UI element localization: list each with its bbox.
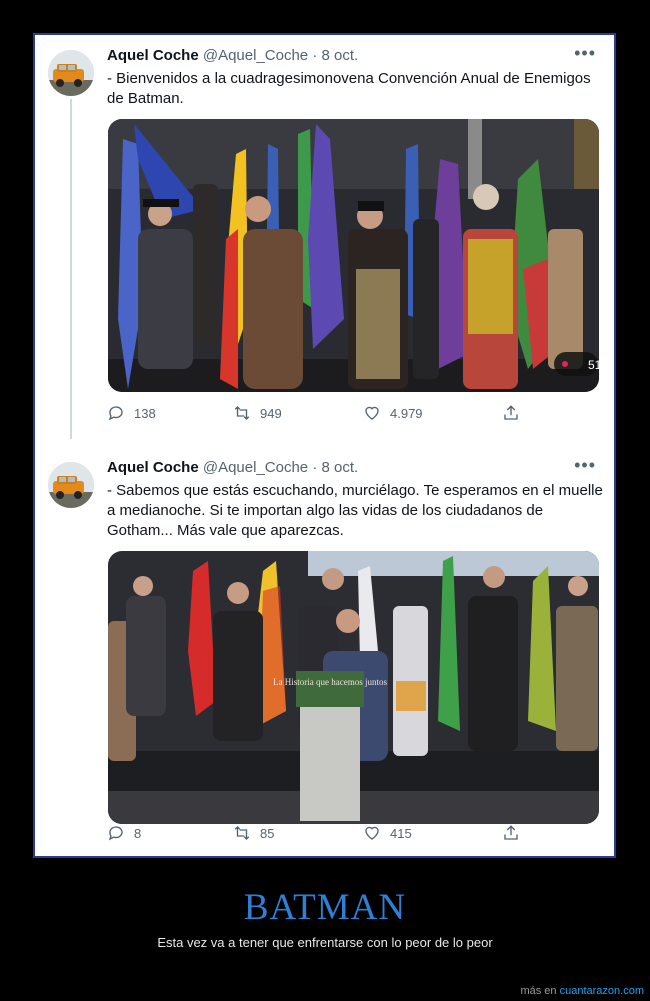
share-button[interactable] [502, 404, 520, 422]
like-button[interactable]: 4.979 [363, 404, 423, 422]
share-button[interactable] [502, 824, 520, 842]
podium-sign: La Historia que hacemos juntos [273, 677, 387, 687]
retweet-button[interactable]: 949 [233, 404, 282, 422]
reply-count: 138 [134, 405, 156, 421]
more-options-icon[interactable]: ••• [574, 455, 596, 476]
retweet-icon [234, 826, 250, 840]
share-icon [504, 825, 518, 840]
author-name[interactable]: Aquel Coche [107, 459, 199, 476]
separator: · [312, 459, 318, 476]
author-handle[interactable]: @Aquel_Coche [203, 47, 308, 64]
more-options-icon[interactable]: ••• [574, 43, 596, 64]
heart-icon [365, 826, 379, 840]
site-footer: más en cuantarazon.com [520, 985, 644, 997]
avatar[interactable] [48, 50, 94, 96]
retweet-button[interactable]: 85 [233, 824, 274, 842]
site-link[interactable]: cuantarazon.com [560, 985, 644, 997]
caption-title: BATMAN [243, 887, 407, 928]
thread-connector [70, 99, 72, 439]
tweet-actions: 8 85 415 [107, 824, 527, 846]
like-count: 415 [390, 825, 412, 841]
meme-caption: BATMAN Esta vez va a tener que enfrentar… [0, 886, 650, 950]
heart-icon [365, 406, 379, 420]
reply-icon [108, 406, 123, 421]
tweet-header: Aquel Coche @Aquel_Coche · 8 oct. [107, 459, 358, 476]
retweet-count: 85 [260, 825, 275, 841]
tweet-photo[interactable]: La Historia que hacemos juntos [108, 551, 599, 824]
video-viewer-count: 51 [588, 358, 599, 372]
retweet-count: 949 [260, 405, 282, 421]
tweet-date[interactable]: 8 oct. [322, 47, 359, 64]
author-name[interactable]: Aquel Coche [107, 47, 199, 64]
tweet-text: - Bienvenidos a la cuadragesimonovena Co… [107, 70, 591, 107]
reply-icon [108, 826, 123, 841]
retweet-icon [234, 406, 250, 420]
reply-button[interactable]: 138 [107, 404, 156, 422]
share-icon [504, 405, 518, 420]
avatar[interactable] [48, 462, 94, 508]
reply-count: 8 [134, 825, 142, 841]
tweet-2[interactable]: Aquel Coche @Aquel_Coche · 8 oct. ••• - … [35, 447, 614, 857]
tweet-1[interactable]: Aquel Coche @Aquel_Coche · 8 oct. ••• - … [35, 35, 614, 447]
separator: · [312, 47, 318, 64]
tweet-date[interactable]: 8 oct. [322, 459, 359, 476]
tweet-text: - Sabemos que estás escuchando, murciéla… [107, 482, 603, 539]
author-handle[interactable]: @Aquel_Coche [203, 459, 308, 476]
caption-subtitle: Esta vez va a tener que enfrentarse con … [157, 935, 493, 950]
tweet-video[interactable]: 51 [108, 119, 599, 392]
footer-prefix: más en [520, 985, 557, 997]
tweet-actions: 138 949 4.979 [107, 404, 527, 426]
like-button[interactable]: 415 [363, 824, 412, 842]
tweet-header: Aquel Coche @Aquel_Coche · 8 oct. [107, 47, 358, 64]
reply-button[interactable]: 8 [107, 824, 141, 842]
tweet-thread-card: Aquel Coche @Aquel_Coche · 8 oct. ••• - … [33, 33, 616, 858]
like-count: 4.979 [390, 405, 423, 421]
